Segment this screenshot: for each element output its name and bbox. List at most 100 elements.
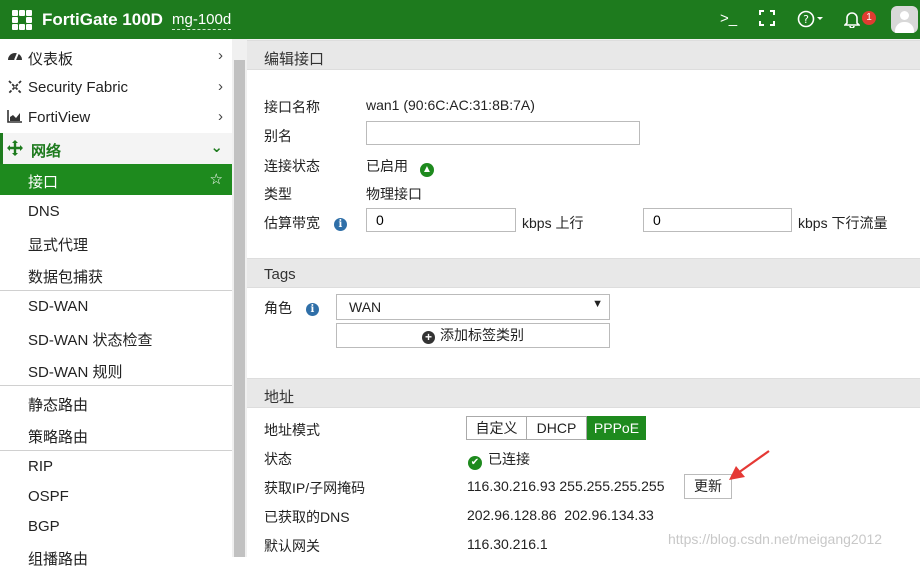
product-name: FortiGate 100D [42, 10, 163, 29]
sidebar-item-rip[interactable]: RIP [0, 451, 232, 482]
section-title: 地址 [264, 389, 295, 406]
obtained-ip-value: 116.30.216.93 255.255.255.255 [467, 478, 665, 494]
help-icon[interactable]: ? [797, 10, 825, 33]
link-status-value: 已启用 ▲ [366, 156, 434, 177]
sidebar-item-label: 仪表板 [28, 51, 74, 68]
caret-down-icon: ▼ [592, 298, 603, 310]
dashboard-icon [6, 48, 24, 65]
sidebar-item-label: Security Fabric [28, 79, 129, 96]
plus-circle-icon: + [422, 331, 435, 344]
info-icon[interactable]: i [333, 218, 347, 231]
sidebar-item-sd-wan[interactable]: SD-WAN [0, 291, 232, 322]
default-gateway-value: 116.30.216.1 [467, 536, 548, 552]
bandwidth-label: 估算带宽 [264, 215, 320, 231]
main-panel: 编辑接口 接口名称 wan1 (90:6C:AC:31:8B:7A) 别名 连接… [247, 39, 920, 557]
sidebar-item-fortiview[interactable]: FortiView › [0, 102, 232, 133]
annotation-arrow-icon [729, 450, 770, 480]
sidebar: 仪表板 › Security Fabric › FortiView › 网络 ⌄… [0, 39, 232, 568]
section-header-address: 地址 [247, 378, 920, 408]
fortinet-logo-icon [12, 10, 34, 30]
state-label: 状态 [264, 451, 292, 467]
address-mode-dhcp[interactable]: DHCP [527, 416, 587, 440]
sidebar-group-network[interactable]: 网络 ⌄ [0, 133, 232, 164]
role-label-row: 角色 i [264, 298, 319, 318]
alias-input[interactable] [366, 121, 640, 145]
sidebar-item-explicit-proxy[interactable]: 显式代理 [0, 227, 232, 258]
role-label: 角色 [264, 300, 292, 316]
sidebar-item-label: FortiView [28, 109, 91, 126]
sidebar-item-policy-routes[interactable]: 策略路由 [0, 419, 232, 450]
bell-icon[interactable] [843, 10, 861, 33]
fullscreen-icon[interactable] [759, 10, 775, 31]
obtained-dns-value: 202.96.128.86 202.96.134.33 [467, 507, 654, 523]
type-label: 类型 [264, 186, 292, 202]
sidebar-item-label: 接口 [28, 174, 59, 191]
watermark-text: https://blog.csdn.net/meigang2012 [668, 531, 883, 547]
sidebar-item-bgp[interactable]: BGP [0, 511, 232, 542]
sidebar-scrollbar-thumb[interactable] [234, 60, 245, 557]
sidebar-item-label: DNS [28, 203, 60, 220]
sidebar-item-label: 数据包捕获 [28, 269, 104, 286]
add-tag-category-label: 添加标签类别 [440, 327, 524, 343]
sidebar-item-label: 网络 [31, 143, 62, 160]
notification-badge: 1 [862, 11, 876, 25]
chevron-down-icon: ⌄ [210, 139, 223, 156]
chevron-right-icon: › [218, 47, 223, 64]
chevron-right-icon: › [218, 108, 223, 125]
section-header-tags: Tags [247, 258, 920, 288]
sidebar-item-sd-wan-status-check[interactable]: SD-WAN 状态检查 [0, 322, 232, 353]
alias-label: 别名 [264, 128, 292, 144]
sidebar-item-static-routes[interactable]: 静态路由 [0, 387, 232, 418]
role-select[interactable]: WAN ▼ [336, 294, 610, 320]
sidebar-item-dns[interactable]: DNS [0, 196, 232, 227]
terminal-icon[interactable]: >_ [720, 10, 737, 28]
sidebar-item-label: BGP [28, 518, 60, 535]
info-icon[interactable]: i [305, 303, 319, 316]
sidebar-item-interfaces[interactable]: 接口 ☆ [0, 164, 232, 195]
sidebar-item-label: 组播路由 [28, 551, 89, 568]
sidebar-item-security-fabric[interactable]: Security Fabric › [0, 72, 232, 103]
sidebar-item-label: 策略路由 [28, 429, 89, 446]
section-title: 编辑接口 [264, 51, 325, 68]
upstream-bandwidth-input[interactable] [366, 208, 516, 232]
hostname[interactable]: mg-100d [172, 11, 232, 30]
bandwidth-label-row: 估算带宽 i [264, 213, 347, 233]
sidebar-divider [0, 385, 232, 386]
add-tag-category-button[interactable]: + 添加标签类别 [336, 323, 610, 348]
link-status-label: 连接状态 [264, 158, 320, 174]
sidebar-item-label: SD-WAN 规则 [28, 364, 123, 381]
obtained-ip-label: 获取IP/子网掩码 [264, 480, 366, 496]
state-value: ✔ 已连接 [468, 449, 530, 470]
star-icon[interactable]: ☆ [210, 170, 223, 188]
user-avatar[interactable] [891, 6, 918, 33]
address-mode-label: 地址模式 [264, 422, 320, 438]
section-header-edit-interface: 编辑接口 [247, 40, 920, 70]
address-mode-custom[interactable]: 自定义 [466, 416, 527, 440]
chevron-right-icon: › [218, 78, 223, 95]
upstream-unit: kbps 上行 [522, 215, 584, 231]
network-icon [6, 140, 24, 159]
tags-section: 角色 i WAN ▼ + 添加标签类别 [247, 288, 920, 378]
role-select-value: WAN [349, 299, 382, 315]
downstream-bandwidth-input[interactable] [643, 208, 792, 232]
sidebar-item-sd-wan-rules[interactable]: SD-WAN 规则 [0, 354, 232, 385]
top-bar: FortiGate 100D mg-100d >_ ? 1 [0, 0, 920, 39]
address-mode-pppoe[interactable]: PPPoE [587, 416, 646, 440]
link-status-text: 已启用 [366, 158, 408, 174]
sidebar-item-dashboard[interactable]: 仪表板 › [0, 41, 232, 72]
sidebar-item-packet-capture[interactable]: 数据包捕获 [0, 259, 232, 290]
state-text: 已连接 [488, 451, 530, 467]
default-gateway-label: 默认网关 [264, 538, 320, 554]
check-circle-icon: ✔ [468, 456, 482, 470]
edit-interface-section: 接口名称 wan1 (90:6C:AC:31:8B:7A) 别名 连接状态 已启… [247, 70, 920, 258]
sidebar-item-label: 静态路由 [28, 397, 89, 414]
svg-text:?: ? [803, 13, 809, 26]
interface-name-value: wan1 (90:6C:AC:31:8B:7A) [366, 97, 535, 113]
type-value: 物理接口 [366, 186, 422, 202]
chart-icon [6, 109, 24, 126]
sidebar-item-label: SD-WAN [28, 298, 89, 315]
fabric-icon [6, 79, 24, 98]
section-title: Tags [264, 266, 296, 283]
sidebar-item-ospf[interactable]: OSPF [0, 481, 232, 512]
sidebar-item-label: RIP [28, 458, 54, 475]
